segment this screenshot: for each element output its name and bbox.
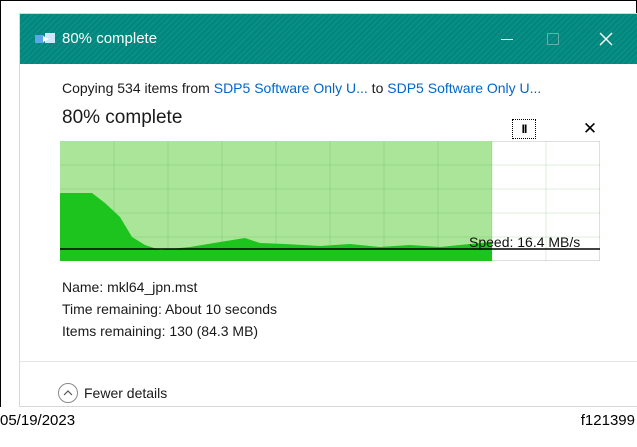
file-copy-icon	[35, 33, 55, 43]
pause-icon: II	[521, 122, 528, 136]
fewer-details-label: Fewer details	[84, 385, 168, 401]
maximize-button[interactable]	[530, 14, 576, 64]
detail-time-remaining: Time remaining: About 10 seconds	[62, 300, 277, 318]
divider	[20, 361, 637, 362]
maximize-icon	[547, 33, 559, 45]
window-title: 80% complete	[62, 30, 158, 47]
progress-status: 80% complete	[62, 107, 183, 128]
name-value: mkl64_jpn.mst	[107, 279, 198, 295]
close-icon	[599, 32, 613, 46]
chevron-up-icon	[58, 383, 78, 403]
copy-progress-dialog: 80% complete Copying 534 items from SDP5…	[20, 14, 637, 406]
pause-button[interactable]: II	[512, 119, 536, 139]
source-link[interactable]: SDP5 Software Only U...	[214, 80, 368, 96]
minimize-button[interactable]	[484, 14, 530, 64]
close-button[interactable]	[583, 14, 629, 64]
detail-items-remaining: Items remaining: 130 (84.3 MB)	[62, 322, 258, 340]
detail-name: Name: mkl64_jpn.mst	[62, 278, 197, 296]
cancel-icon: ✕	[582, 119, 598, 138]
destination-link[interactable]: SDP5 Software Only U...	[387, 80, 541, 96]
name-label: Name:	[62, 279, 108, 295]
footer-figure-id: f121399	[580, 412, 635, 429]
items-value: 130 (84.3 MB)	[169, 323, 259, 339]
time-label: Time remaining:	[62, 301, 165, 317]
copy-prefix: Copying 534 items from	[62, 80, 214, 96]
footer-date: 05/19/2023	[0, 412, 76, 429]
cancel-button[interactable]: ✕	[580, 119, 600, 139]
copy-middle: to	[367, 80, 388, 96]
minimize-icon	[501, 38, 513, 40]
copy-description: Copying 534 items from SDP5 Software Onl…	[62, 79, 541, 97]
time-value: About 10 seconds	[164, 301, 278, 317]
items-label: Items remaining:	[62, 323, 170, 339]
fewer-details-button[interactable]: Fewer details	[58, 382, 167, 404]
speed-label: Speed: 16.4 MB/s	[469, 234, 581, 250]
title-bar[interactable]: 80% complete	[20, 14, 637, 64]
